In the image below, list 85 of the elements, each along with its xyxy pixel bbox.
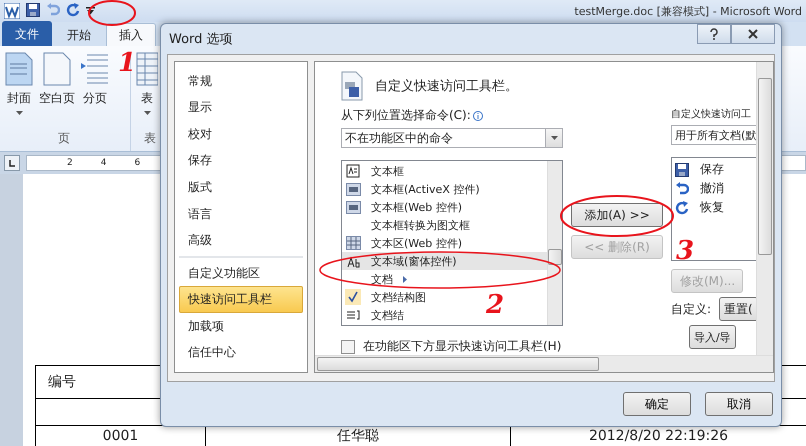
caret-icon [550,136,558,140]
annotation-number: 3 [676,238,694,264]
cover-page-icon [5,52,33,86]
ribbon-tab[interactable]: 文件 [2,21,52,46]
text-field-icon [346,182,360,196]
table-cell-text: 0001 [102,428,138,444]
command-source-dropdown[interactable]: 不在功能区中的命令 [341,128,563,148]
submenu-arrow-icon [403,276,407,282]
highlight-ellipse [88,0,136,26]
help-icon [710,28,718,40]
redo-button[interactable] [66,2,80,20]
close-button[interactable] [731,24,775,44]
nav-item[interactable]: 校对 [179,121,303,148]
ribbon-button[interactable]: 分页 [80,52,110,130]
table-cell-text: 编号 [48,373,76,391]
group-label: 页 [57,130,71,147]
undo-icon [675,182,689,196]
table-cell-text: 任华聪 [337,427,379,445]
toolbar-settings-icon [341,70,363,100]
ribbon-button[interactable]: 封面 [4,52,34,130]
group-label: 表 [143,130,157,147]
nav-item[interactable]: 版式 [179,174,303,201]
toolbar-scope-dropdown[interactable]: 用于所有文档(默 [671,125,756,145]
checkmark-icon [345,289,361,305]
text-area-icon [346,236,360,250]
toolbar-item[interactable]: 恢复 [672,198,756,217]
below-ribbon-checkbox[interactable]: 在功能区下方显示快速访问工具栏(H) [341,338,563,355]
nav-item[interactable]: 加载项 [179,312,303,340]
nav-item[interactable]: 常规 [179,68,303,95]
undo-icon [46,2,60,16]
horizontal-scrollbar[interactable] [315,355,773,372]
document-lines-icon [346,310,360,320]
text-field-icon [346,200,360,214]
toolbar-item[interactable]: 撤消 [672,179,756,198]
annotation-number: 1 [118,50,136,76]
nav-item[interactable]: 信任中心 [179,339,303,366]
redo-icon [675,200,689,214]
word-logo-icon [4,3,20,19]
command-item[interactable]: 文本框(Web 控件) [342,198,466,216]
nav-item[interactable]: 快速访问工具栏 [179,286,303,313]
command-item[interactable]: 文本区(Web 控件) [342,234,466,252]
command-item[interactable]: 文档结 [342,306,408,324]
caret-icon [144,111,150,115]
blank-page-icon [43,52,71,86]
section-heading: 自定义快速访问工具栏。 [375,78,518,94]
page-break-icon [81,52,109,86]
reset-button[interactable]: 重置( [719,297,756,321]
save-icon [675,162,689,176]
ok-button[interactable]: 确定 [623,392,691,416]
nav-item[interactable]: 自定义功能区 [179,260,303,286]
save-icon [26,2,40,16]
cancel-button[interactable]: 取消 [705,392,773,416]
import-export-button[interactable]: 导入/导 [689,325,736,349]
table-icon [136,52,158,86]
field-label: 从下列位置选择命令(C): [341,107,471,124]
save-button[interactable] [26,2,40,20]
nav-item[interactable]: 显示 [179,94,303,122]
dialog-title: Word 选项 [169,31,233,48]
annotation-number: 2 [486,292,504,318]
close-icon [748,29,758,39]
info-icon [472,110,483,120]
caret-icon [16,111,22,115]
command-item[interactable]: 文本框(ActiveX 控件) [342,180,484,198]
field-label: 自定义快速访问工 [671,108,752,121]
command-item[interactable]: 文本框转换为图文框 [342,216,474,234]
nav-item[interactable]: 高级 [179,227,303,254]
list-scrollbar[interactable] [547,161,562,325]
tab-selector-icon[interactable] [4,155,20,171]
add-button[interactable]: 添加(A) >> [571,203,663,227]
ribbon-tab[interactable]: 开始 [54,23,104,46]
nav-item[interactable]: 语言 [179,200,303,228]
customize-toolbar-icon[interactable] [86,7,95,15]
text-box-icon [346,164,360,178]
customize-label: 自定义: [671,300,712,318]
command-item[interactable]: 文本域(窗体控件) [342,252,547,270]
help-button[interactable] [697,24,731,44]
command-item[interactable]: 文档结构图 [342,288,430,306]
vertical-scrollbar[interactable] [756,62,773,355]
command-item[interactable]: 文档 [342,270,413,288]
table-cell-text: 2012/8/20 22:19:26 [588,428,728,444]
ribbon-button[interactable]: 空白页 [38,52,76,130]
window-title: testMerge.doc [兼容模式] - Microsoft Word [574,4,802,18]
ribbon-button[interactable]: 表 [135,52,159,130]
ribbon-tab[interactable]: 插入 [106,23,156,46]
redo-icon [66,2,80,16]
